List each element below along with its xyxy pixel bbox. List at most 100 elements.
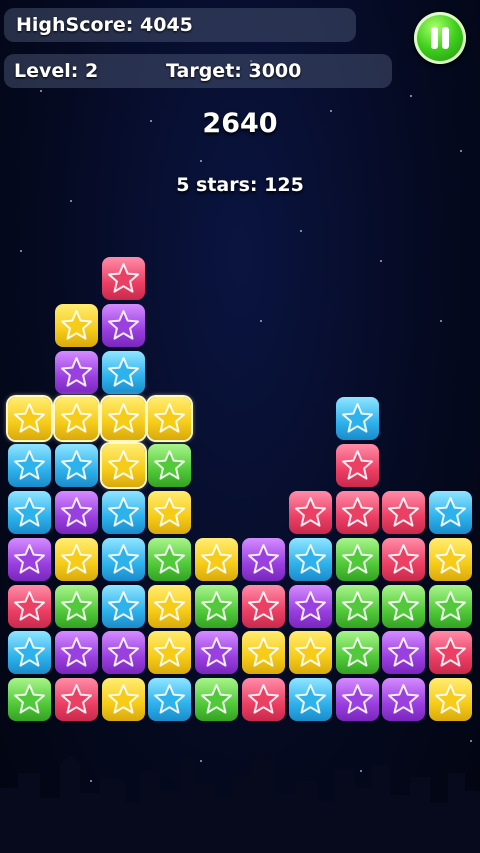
green-star-tile[interactable] [148,444,192,488]
yellow-star-tile[interactable] [54,303,98,347]
red-star-tile[interactable] [335,444,379,488]
yellow-star-tile[interactable] [148,397,192,441]
blue-star-tile[interactable] [101,491,145,534]
green-star-tile[interactable] [335,584,379,628]
star-icon [201,590,233,621]
yellow-star-tile[interactable] [148,491,192,534]
purple-star-tile[interactable] [54,350,98,394]
star-icon [201,684,233,714]
star-icon [388,684,420,714]
star-icon [107,403,139,433]
yellow-star-tile[interactable] [429,678,473,722]
star-icon [107,590,139,621]
blue-star-tile[interactable] [335,397,379,441]
star-icon [435,637,467,667]
purple-star-tile[interactable] [101,631,145,675]
red-star-tile[interactable] [382,491,426,534]
purple-star-tile[interactable] [242,537,285,581]
green-star-tile[interactable] [148,537,192,581]
yellow-star-tile[interactable] [54,397,98,441]
star-icon [60,543,92,574]
blue-star-tile[interactable] [8,491,51,534]
yellow-star-tile[interactable] [8,397,51,441]
yellow-star-tile[interactable] [288,631,332,675]
yellow-star-tile[interactable] [148,584,192,628]
star-icon [435,497,467,527]
star-icon [107,497,139,527]
star-icon [294,637,326,667]
red-star-tile[interactable] [54,678,98,722]
star-icon [248,637,279,667]
star-icon [107,543,139,574]
star-icon [154,684,186,714]
green-star-tile[interactable] [195,678,239,722]
blue-star-tile[interactable] [54,444,98,488]
current-score: 2640 [202,108,278,139]
purple-star-tile[interactable] [54,631,98,675]
purple-star-tile[interactable] [8,537,51,581]
yellow-star-tile[interactable] [101,678,145,722]
star-icon [435,684,467,714]
star-icon [388,590,420,621]
blue-star-tile[interactable] [148,678,192,722]
blue-star-tile[interactable] [288,678,332,722]
red-star-tile[interactable] [429,631,473,675]
blue-star-tile[interactable] [429,491,473,534]
blue-star-tile[interactable] [8,631,51,675]
purple-star-tile[interactable] [382,678,426,722]
green-star-tile[interactable] [54,584,98,628]
yellow-star-tile[interactable] [101,397,145,441]
yellow-star-tile[interactable] [148,631,192,675]
star-icon [341,637,373,667]
blue-star-tile[interactable] [8,444,51,488]
purple-star-tile[interactable] [54,491,98,534]
star-icon [154,637,186,667]
star-icon [341,543,373,574]
green-star-tile[interactable] [429,584,473,628]
red-star-tile[interactable] [242,678,285,722]
star-icon [435,543,467,574]
star-icon [341,450,373,480]
star-icon [14,684,45,714]
yellow-star-tile[interactable] [195,537,239,581]
star-icon [341,684,373,714]
red-star-tile[interactable] [382,537,426,581]
star-icon [341,497,373,527]
blue-star-tile[interactable] [101,537,145,581]
pause-button[interactable] [414,12,466,64]
target-label: Target: 3000 [166,60,302,82]
red-star-tile[interactable] [288,491,332,534]
purple-star-tile[interactable] [335,678,379,722]
green-star-tile[interactable] [8,678,51,722]
yellow-star-tile[interactable] [54,537,98,581]
blue-star-tile[interactable] [101,584,145,628]
red-star-tile[interactable] [8,584,51,628]
star-icon [14,543,45,574]
blue-star-tile[interactable] [101,350,145,394]
star-icon [248,684,279,714]
star-icon [107,684,139,714]
selection-bonus: 5 stars: 125 [176,174,304,196]
yellow-star-tile[interactable] [429,537,473,581]
blue-star-tile[interactable] [288,537,332,581]
green-star-tile[interactable] [382,584,426,628]
star-icon [60,309,92,340]
yellow-star-tile[interactable] [242,631,285,675]
star-icon [14,403,45,433]
star-icon [154,543,186,574]
star-icon [294,543,326,574]
red-star-tile[interactable] [242,584,285,628]
red-star-tile[interactable] [101,257,145,300]
level-panel: Level: 2 Target: 3000 [4,54,392,88]
purple-star-tile[interactable] [288,584,332,628]
purple-star-tile[interactable] [195,631,239,675]
highscore-panel: HighScore: 4045 [4,8,356,42]
green-star-tile[interactable] [195,584,239,628]
yellow-star-tile[interactable] [101,444,145,488]
green-star-tile[interactable] [335,631,379,675]
red-star-tile[interactable] [335,491,379,534]
star-icon [14,637,45,667]
purple-star-tile[interactable] [382,631,426,675]
purple-star-tile[interactable] [101,303,145,347]
green-star-tile[interactable] [335,537,379,581]
